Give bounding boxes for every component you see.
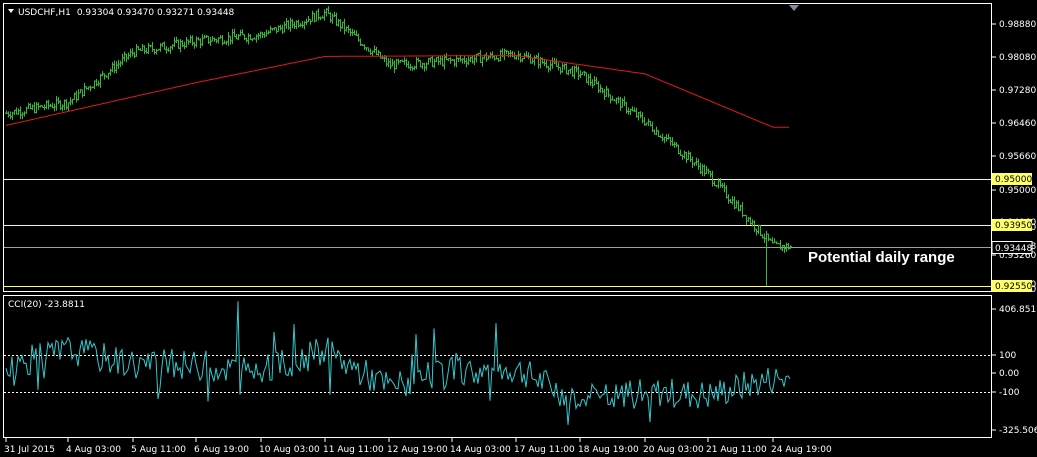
price-chart[interactable]: USDCHF,H1 0.93304 0.93470 0.93271 0.93448… (0, 0, 1037, 457)
price-tick-label: 0.98880 (999, 20, 1036, 30)
time-tick-label: 5 Aug 11:00 (131, 445, 186, 455)
level-tag-label: 0.95000 (995, 175, 1032, 185)
time-tick-label: 6 Aug 19:00 (194, 445, 249, 455)
time-tick-label: 4 Aug 03:00 (66, 445, 121, 455)
cci-tick-label: -100 (999, 388, 1020, 398)
time-tick-label: 24 Aug 19:00 (771, 445, 832, 455)
cci-tick-label: 406.8517 (999, 305, 1037, 315)
price-tick-label: 0.95000 (999, 186, 1036, 196)
price-tick-label: 0.97280 (999, 86, 1036, 96)
level-tag-label: 0.93950 (995, 221, 1032, 231)
time-tick-label: 18 Aug 19:00 (578, 445, 639, 455)
price-tick-label: 0.96460 (999, 119, 1036, 129)
cci-tick-label: 0.00 (999, 369, 1019, 379)
potential-daily-range-label: Potential daily range (808, 249, 955, 266)
cci-title: CCI(20) -23.8811 (8, 300, 85, 310)
price-tick-label: 0.95660 (999, 152, 1036, 162)
time-tick-label: 14 Aug 03:00 (450, 445, 511, 455)
time-tick-label: 12 Aug 19:00 (387, 445, 448, 455)
level-tag-label: 0.92550 (995, 282, 1032, 292)
chart-title: USDCHF,H1 0.93304 0.93470 0.93271 0.93448 (18, 8, 235, 18)
time-tick-label: 31 Jul 2015 (4, 445, 55, 455)
chart-background (0, 0, 1037, 457)
bid-tag-label: 0.93448 (995, 244, 1032, 254)
price-tick-label: 0.98080 (999, 53, 1036, 63)
time-tick-label: 10 Aug 03:00 (259, 445, 320, 455)
time-tick-label: 21 Aug 11:00 (706, 445, 767, 455)
time-tick-label: 11 Aug 11:00 (323, 445, 384, 455)
time-tick-label: 20 Aug 03:00 (643, 445, 704, 455)
cci-tick-label: 100 (999, 351, 1016, 361)
time-tick-label: 17 Aug 11:00 (514, 445, 575, 455)
cci-tick-label: -325.5062 (999, 426, 1037, 436)
